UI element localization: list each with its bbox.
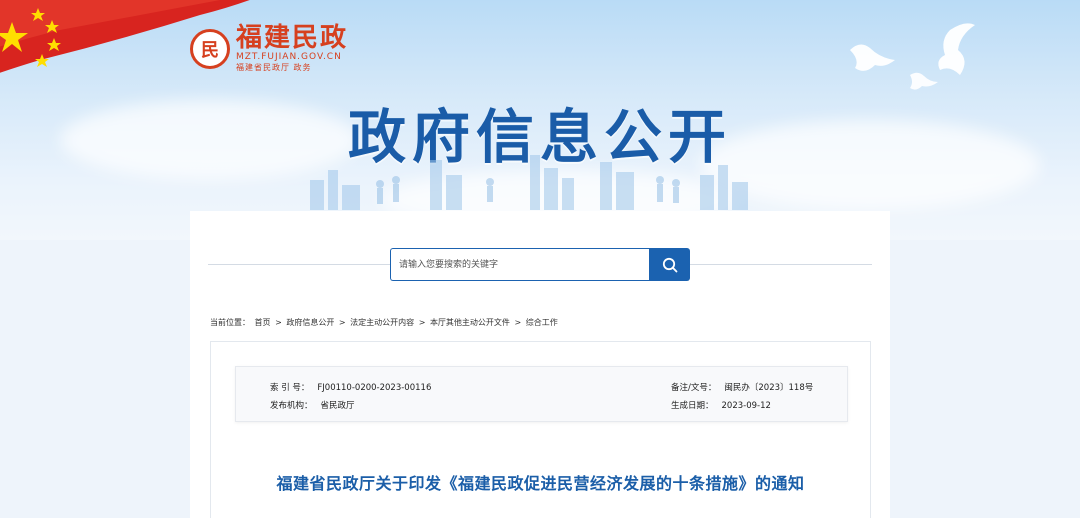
main-panel: 当前位置： 首页 > 政府信息公开 > 法定主动公开内容 > 本厅其他主动公开文… xyxy=(190,211,890,518)
document-title: 福建省民政厅关于印发《福建民政促进民营经济发展的十条措施》的通知 xyxy=(276,474,805,493)
document-meta: 索 引 号： FJ00110-0200-2023-00116 发布机构： 省民政厅 … xyxy=(235,366,848,422)
breadcrumb-separator: > xyxy=(338,318,346,327)
meta-date-value: 2023-09-12 xyxy=(721,401,771,411)
city-skyline-decoration xyxy=(310,155,748,210)
logo-text: 福建民政 MZT.FUJIAN.GOV.CN 福建省民政厅 政务 xyxy=(236,24,348,73)
breadcrumb-prefix: 当前位置： xyxy=(210,318,250,327)
search-bar xyxy=(390,248,690,281)
meta-publisher-label: 发布机构： xyxy=(270,401,313,411)
meta-docno-label: 备注/文号： xyxy=(671,383,717,393)
logo-emblem-icon: 民 xyxy=(190,28,230,69)
breadcrumb-item-statutory-content[interactable]: 法定主动公开内容 xyxy=(350,318,414,327)
breadcrumb-item-other-files[interactable]: 本厅其他主动公开文件 xyxy=(430,318,510,327)
site-logo[interactable]: 民 福建民政 MZT.FUJIAN.GOV.CN 福建省民政厅 政务 xyxy=(190,24,348,73)
meta-index: 索 引 号： FJ00110-0200-2023-00116 xyxy=(270,381,431,393)
breadcrumb-separator: > xyxy=(514,318,522,327)
breadcrumb-item-home[interactable]: 首页 xyxy=(255,318,271,327)
breadcrumb-item-info-disclosure[interactable]: 政府信息公开 xyxy=(286,318,334,327)
search-input[interactable] xyxy=(390,248,650,281)
breadcrumb-separator: > xyxy=(418,318,426,327)
meta-date: 生成日期： 2023-09-12 xyxy=(671,399,771,411)
search-button[interactable] xyxy=(649,248,690,281)
search-icon xyxy=(662,257,677,272)
header-banner: 民 福建民政 MZT.FUJIAN.GOV.CN 福建省民政厅 政务 政府信息公… xyxy=(0,0,1080,240)
breadcrumb: 当前位置： 首页 > 政府信息公开 > 法定主动公开内容 > 本厅其他主动公开文… xyxy=(210,317,560,328)
logo-domain: MZT.FUJIAN.GOV.CN xyxy=(236,52,342,62)
article-container: 索 引 号： FJ00110-0200-2023-00116 发布机构： 省民政厅 … xyxy=(210,341,871,518)
breadcrumb-separator: > xyxy=(275,318,282,327)
meta-publisher-value: 省民政厅 xyxy=(320,401,355,411)
meta-publisher: 发布机构： 省民政厅 xyxy=(270,399,355,411)
logo-name: 福建民政 xyxy=(236,23,349,53)
meta-date-label: 生成日期： xyxy=(671,401,714,411)
meta-docno-value: 闽民办〔2023〕118号 xyxy=(724,383,814,393)
meta-docno: 备注/文号： 闽民办〔2023〕118号 xyxy=(671,381,813,393)
meta-index-label: 索 引 号： xyxy=(270,383,310,393)
logo-subtitle: 福建省民政厅 政务 xyxy=(236,63,312,72)
meta-index-value: FJ00110-0200-2023-00116 xyxy=(317,383,432,393)
breadcrumb-item-general-work[interactable]: 综合工作 xyxy=(526,318,558,327)
